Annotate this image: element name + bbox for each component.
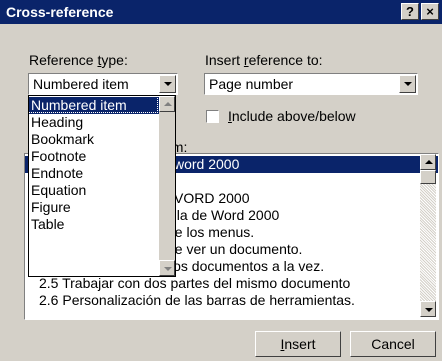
reference-type-dropdown-button[interactable]	[159, 75, 176, 93]
insert-button-rest: nsert	[284, 336, 316, 352]
insert-reference-label-pre: Insert	[205, 52, 244, 68]
dropdown-scrollbar[interactable]	[159, 96, 175, 276]
dropdown-scroll-down-button[interactable]	[159, 260, 175, 276]
reference-type-combo[interactable]: Numbered item	[28, 73, 178, 95]
close-button[interactable]: ×	[421, 3, 439, 20]
reference-type-label-post: ype:	[101, 52, 128, 68]
scroll-down-button[interactable]	[420, 301, 436, 317]
help-button[interactable]: ?	[401, 3, 419, 20]
insert-button[interactable]: Insert	[255, 331, 341, 357]
chevron-down-icon	[164, 267, 172, 271]
dropdown-option-footnote[interactable]: Footnote	[29, 148, 86, 165]
dropdown-option-endnote[interactable]: Endnote	[29, 165, 83, 182]
reference-type-label: Reference type:	[29, 52, 128, 68]
chevron-up-icon	[164, 102, 172, 106]
reference-type-dropdown-list[interactable]: Numbered item Heading Bookmark Footnote …	[28, 95, 176, 277]
scroll-up-button[interactable]	[420, 154, 436, 170]
scroll-thumb[interactable]	[420, 170, 436, 184]
dropdown-option-equation[interactable]: Equation	[29, 182, 86, 199]
include-above-below-checkbox[interactable]	[206, 110, 219, 123]
chevron-down-icon	[164, 82, 172, 86]
insert-reference-combo[interactable]: Page number	[204, 73, 418, 95]
reference-type-value: Numbered item	[33, 76, 129, 92]
chevron-down-icon	[425, 308, 433, 312]
chevron-down-icon	[404, 82, 412, 86]
dropdown-option-numbered-item[interactable]: Numbered item	[29, 97, 159, 114]
list-item[interactable]: 2.5 Trabajar con dos partes del mismo do…	[25, 275, 350, 292]
reference-type-label-pre: Reference	[29, 52, 98, 68]
dropdown-option-bookmark[interactable]: Bookmark	[29, 131, 94, 148]
insert-reference-label-post: eference to:	[248, 52, 323, 68]
list-scrollbar[interactable]	[420, 154, 436, 317]
include-above-below-label[interactable]: Include above/below	[228, 108, 356, 124]
title-bar[interactable]: Cross-reference ? ×	[0, 0, 442, 24]
dropdown-option-heading[interactable]: Heading	[29, 114, 83, 131]
window-title: Cross-reference	[6, 4, 114, 20]
list-item[interactable]: 2.6 Personalización de las barras de her…	[25, 292, 355, 309]
cancel-button[interactable]: Cancel	[350, 331, 436, 357]
dropdown-option-table[interactable]: Table	[29, 216, 64, 233]
chevron-up-icon	[425, 160, 433, 164]
include-label-post: nclude above/below	[231, 108, 356, 124]
insert-reference-label: Insert reference to:	[205, 52, 323, 68]
dropdown-scroll-up-button[interactable]	[159, 96, 175, 112]
dropdown-option-figure[interactable]: Figure	[29, 199, 71, 216]
insert-reference-value: Page number	[209, 76, 294, 92]
insert-reference-dropdown-button[interactable]	[399, 75, 416, 93]
